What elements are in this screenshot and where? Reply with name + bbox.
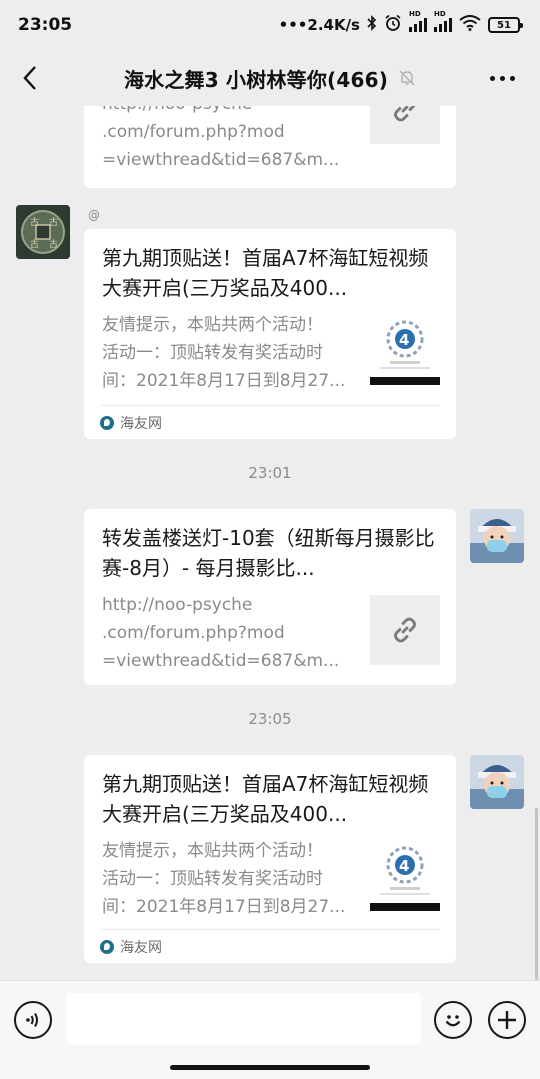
voice-icon xyxy=(26,1012,38,1028)
link-icon xyxy=(394,617,416,643)
svg-text:古: 古 xyxy=(49,216,58,228)
svg-text:古: 古 xyxy=(49,238,58,250)
more-actions-button[interactable] xyxy=(488,1001,526,1039)
signal-icon-1: HD xyxy=(409,10,427,32)
card-description: 友情提示，本贴共两个活动！ 活动一：顶贴转发有奖活动时 间：2021年8月17日… xyxy=(102,315,346,391)
smiley-icon xyxy=(445,1015,461,1027)
source-logo-icon xyxy=(100,939,114,954)
svg-text:4: 4 xyxy=(399,857,409,875)
timestamp: 23:05 xyxy=(248,710,292,728)
my-avatar[interactable] xyxy=(470,755,524,809)
source-name: 海友网 xyxy=(120,415,162,432)
card-url: http://noo-psyche .com/forum.php?mod =vi… xyxy=(102,595,340,671)
card-description: 友情提示，本贴共两个活动！ 活动一：顶贴转发有奖活动时 间：2021年8月17日… xyxy=(102,841,346,917)
chat-header: 海水之舞3 小树林等你(466) xyxy=(0,50,540,106)
link-thumbnail xyxy=(370,595,440,665)
timestamp: 23:01 xyxy=(248,464,292,482)
scrollbar[interactable] xyxy=(535,808,538,980)
card-title: 第九期顶贴送！首届A7杯海缸短视频大赛开启(三万奖品及400... xyxy=(102,246,429,300)
plus-icon xyxy=(498,1011,516,1029)
qr-thumbnail: 4 xyxy=(370,841,440,911)
link-card[interactable]: http://noo-psyche .com/forum.php?mod =vi… xyxy=(84,106,456,188)
net-speed: •••2.4K/s xyxy=(278,16,360,34)
chat-message-list[interactable]: http://noo-psyche .com/forum.php?mod =vi… xyxy=(0,106,540,980)
card-title: 转发盖楼送灯-10套（纽斯每月摄影比赛-8月）- 每月摄影比... xyxy=(102,526,435,580)
link-card[interactable]: 转发盖楼送灯-10套（纽斯每月摄影比赛-8月）- 每月摄影比... http:/… xyxy=(84,509,456,685)
link-icon xyxy=(394,106,416,122)
card-url: http://noo-psyche .com/forum.php?mod =vi… xyxy=(102,106,340,170)
home-indicator[interactable] xyxy=(170,1065,370,1070)
back-button[interactable] xyxy=(12,60,48,96)
message-input[interactable] xyxy=(66,993,421,1045)
source-logo-icon xyxy=(100,415,114,430)
status-icons: •••2.4K/s HD HD 51 xyxy=(278,10,523,36)
my-avatar[interactable] xyxy=(470,509,524,563)
card-source: 海友网 xyxy=(100,929,440,963)
qr-thumbnail: 4 xyxy=(370,315,440,385)
article-card[interactable]: 第九期顶贴送！首届A7杯海缸短视频大赛开启(三万奖品及400... 友情提示，本… xyxy=(84,229,456,439)
chevron-left-icon xyxy=(23,66,36,90)
wifi-icon xyxy=(459,15,481,35)
svg-text:古: 古 xyxy=(30,238,39,250)
battery-level: 51 xyxy=(497,19,511,31)
emoji-button[interactable] xyxy=(434,1001,472,1039)
sender-name: @ xyxy=(88,208,100,222)
input-bar xyxy=(0,980,540,1079)
voice-input-button[interactable] xyxy=(14,1001,52,1039)
status-bar: 23:05 •••2.4K/s HD HD 51 xyxy=(0,0,540,50)
article-card[interactable]: 第九期顶贴送！首届A7杯海缸短视频大赛开启(三万奖品及400... 友情提示，本… xyxy=(84,755,456,963)
more-options-button[interactable] xyxy=(484,60,520,96)
source-name: 海友网 xyxy=(120,939,162,956)
svg-text:古: 古 xyxy=(30,216,39,228)
battery-icon: 51 xyxy=(488,17,523,33)
status-time: 23:05 xyxy=(18,15,73,35)
chat-title[interactable]: 海水之舞3 小树林等你(466) xyxy=(124,64,388,93)
card-title: 第九期顶贴送！首届A7杯海缸短视频大赛开启(三万奖品及400... xyxy=(102,772,429,826)
link-thumbnail xyxy=(370,106,440,144)
signal-icon-2: HD xyxy=(434,10,452,32)
alarm-icon xyxy=(384,14,402,36)
sender-avatar[interactable]: 古 古 古 古 xyxy=(16,205,70,259)
muted-bell-icon xyxy=(398,69,416,87)
bluetooth-icon xyxy=(367,15,377,35)
card-source: 海友网 xyxy=(100,405,440,439)
svg-text:4: 4 xyxy=(399,331,409,349)
